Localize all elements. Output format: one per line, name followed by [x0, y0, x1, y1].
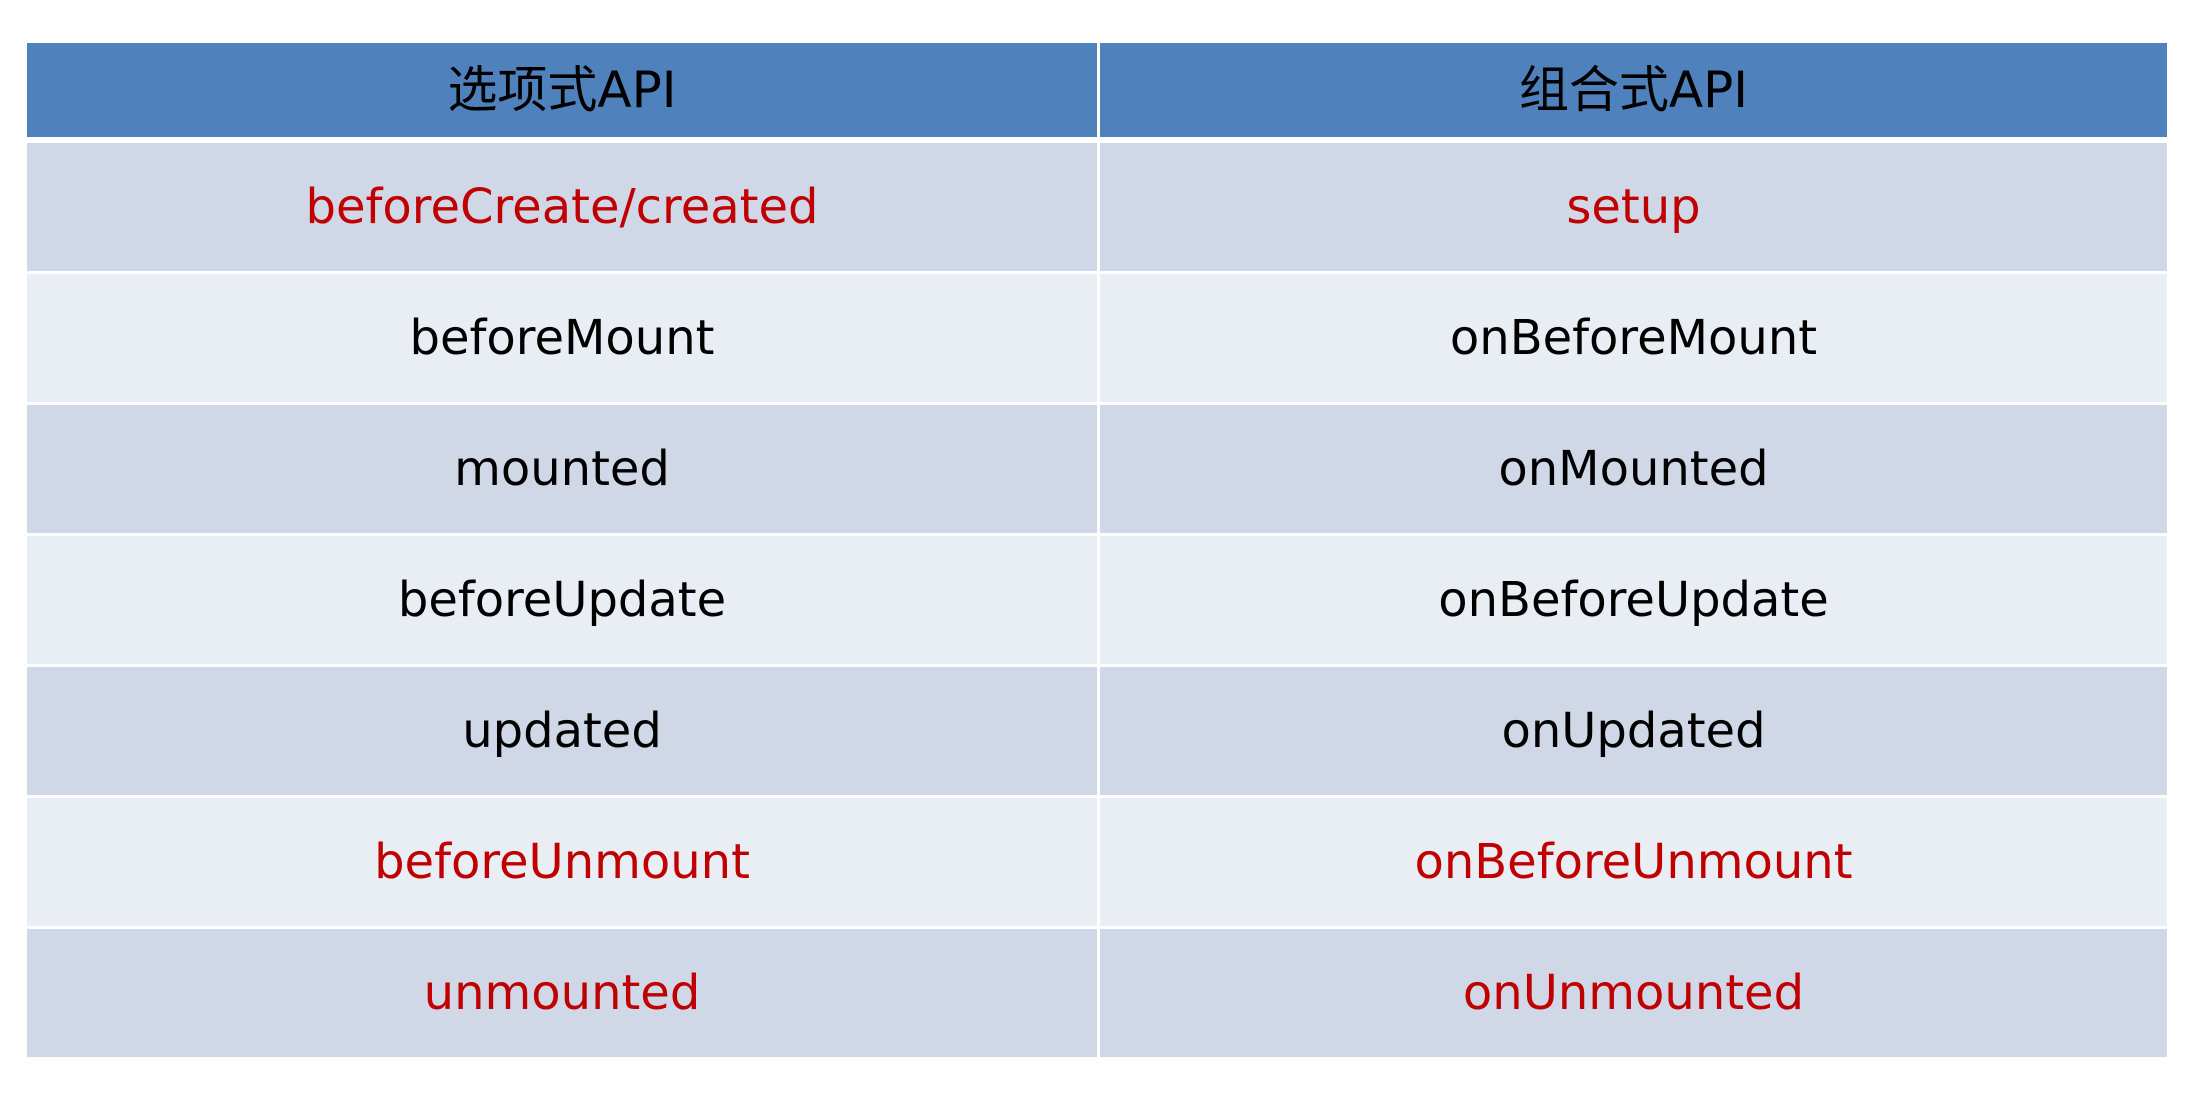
table-row: beforeCreate/created setup [27, 143, 2167, 274]
composition-api-cell: onBeforeMount [1097, 274, 2167, 405]
options-api-cell: beforeUpdate [27, 536, 1097, 667]
composition-api-cell: onBeforeUnmount [1097, 798, 2167, 929]
lifecycle-mapping-table: 选项式API 组合式API beforeCreate/created setup… [27, 43, 2167, 1057]
header-options-api: 选项式API [27, 43, 1097, 143]
options-api-cell: beforeUnmount [27, 798, 1097, 929]
table-row: beforeUpdate onBeforeUpdate [27, 536, 2167, 667]
options-api-cell: mounted [27, 405, 1097, 536]
table-row: updated onUpdated [27, 667, 2167, 798]
composition-api-cell: onBeforeUpdate [1097, 536, 2167, 667]
composition-api-cell: setup [1097, 143, 2167, 274]
table-row: mounted onMounted [27, 405, 2167, 536]
composition-api-cell: onMounted [1097, 405, 2167, 536]
options-api-cell: unmounted [27, 929, 1097, 1057]
header-composition-api: 组合式API [1097, 43, 2167, 143]
options-api-cell: beforeCreate/created [27, 143, 1097, 274]
options-api-cell: beforeMount [27, 274, 1097, 405]
composition-api-cell: onUnmounted [1097, 929, 2167, 1057]
table-row: beforeUnmount onBeforeUnmount [27, 798, 2167, 929]
options-api-cell: updated [27, 667, 1097, 798]
table-header-row: 选项式API 组合式API [27, 43, 2167, 143]
table-row: unmounted onUnmounted [27, 929, 2167, 1057]
composition-api-cell: onUpdated [1097, 667, 2167, 798]
table-row: beforeMount onBeforeMount [27, 274, 2167, 405]
